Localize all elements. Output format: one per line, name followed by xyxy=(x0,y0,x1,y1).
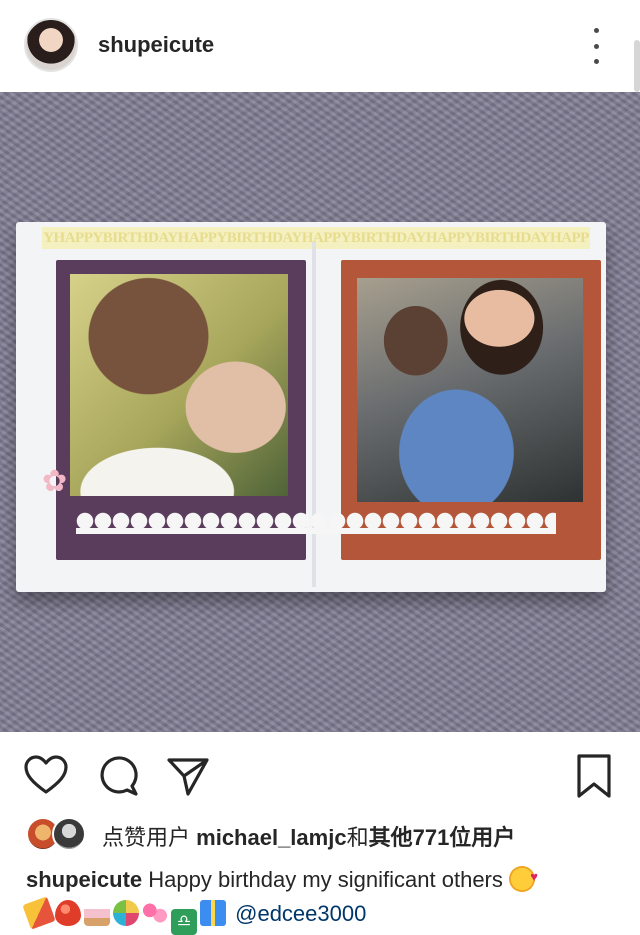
dot xyxy=(593,43,599,49)
confetti-emoji-icon xyxy=(113,900,139,926)
heart-icon[interactable] xyxy=(22,752,70,800)
likes-others[interactable]: 其他771位用户 xyxy=(369,825,516,850)
more-options-icon[interactable] xyxy=(584,28,608,64)
post-header: shupeicute xyxy=(0,0,640,92)
dot xyxy=(593,59,599,64)
likes-connector: 和 xyxy=(346,825,369,850)
comment-icon[interactable] xyxy=(94,752,142,800)
liker-avatar[interactable] xyxy=(52,817,86,851)
polaroid-right-picture xyxy=(357,278,583,502)
two-hearts-emoji-icon xyxy=(142,900,168,926)
paper-plane-icon[interactable] xyxy=(164,752,212,800)
bookmark-icon[interactable] xyxy=(570,752,618,800)
birthday-cake-emoji-icon xyxy=(84,900,110,926)
dot xyxy=(593,28,599,33)
gift-emoji-icon xyxy=(200,900,226,926)
birthday-banner: YHAPPYBIRTHDAYHAPPYBIRTHDAYHAPPYBIRTHDAY… xyxy=(42,227,590,249)
scrollbar[interactable] xyxy=(634,40,640,92)
kiss-face-emoji-icon xyxy=(509,860,538,894)
caption-line-2: ♎ @edcee3000 xyxy=(22,896,626,935)
likes-prefix: 点赞用户 xyxy=(102,825,191,850)
action-bar xyxy=(0,732,640,816)
post-username[interactable]: shupeicute xyxy=(98,32,214,58)
likes-summary[interactable]: 点赞用户 michael_lamjc和其他771位用户 xyxy=(102,820,515,852)
photo-album: YHAPPYBIRTHDAYHAPPYBIRTHDAYHAPPYBIRTHDAY… xyxy=(16,222,606,592)
party-popper-emoji-icon xyxy=(22,896,56,930)
user-avatar[interactable] xyxy=(24,18,78,72)
polaroid-left-picture xyxy=(70,274,288,496)
likes-row: 点赞用户 michael_lamjc和其他771位用户 xyxy=(26,817,626,853)
flower-sticker-icon: ✿ xyxy=(42,465,68,498)
lace-trim xyxy=(76,512,556,534)
liker-username[interactable]: michael_lamjc xyxy=(196,825,346,850)
post-caption: shupeicute Happy birthday my significant… xyxy=(22,860,626,935)
caption-text: Happy birthday my significant others xyxy=(148,867,503,892)
album-fold xyxy=(312,242,316,587)
post-photo[interactable]: YHAPPYBIRTHDAYHAPPYBIRTHDAYHAPPYBIRTHDAY… xyxy=(0,92,640,732)
libra-emoji-icon: ♎ xyxy=(171,909,197,935)
caption-mention[interactable]: @edcee3000 xyxy=(235,901,366,926)
caption-username[interactable]: shupeicute xyxy=(26,867,142,892)
balloon-emoji-icon xyxy=(55,900,81,926)
